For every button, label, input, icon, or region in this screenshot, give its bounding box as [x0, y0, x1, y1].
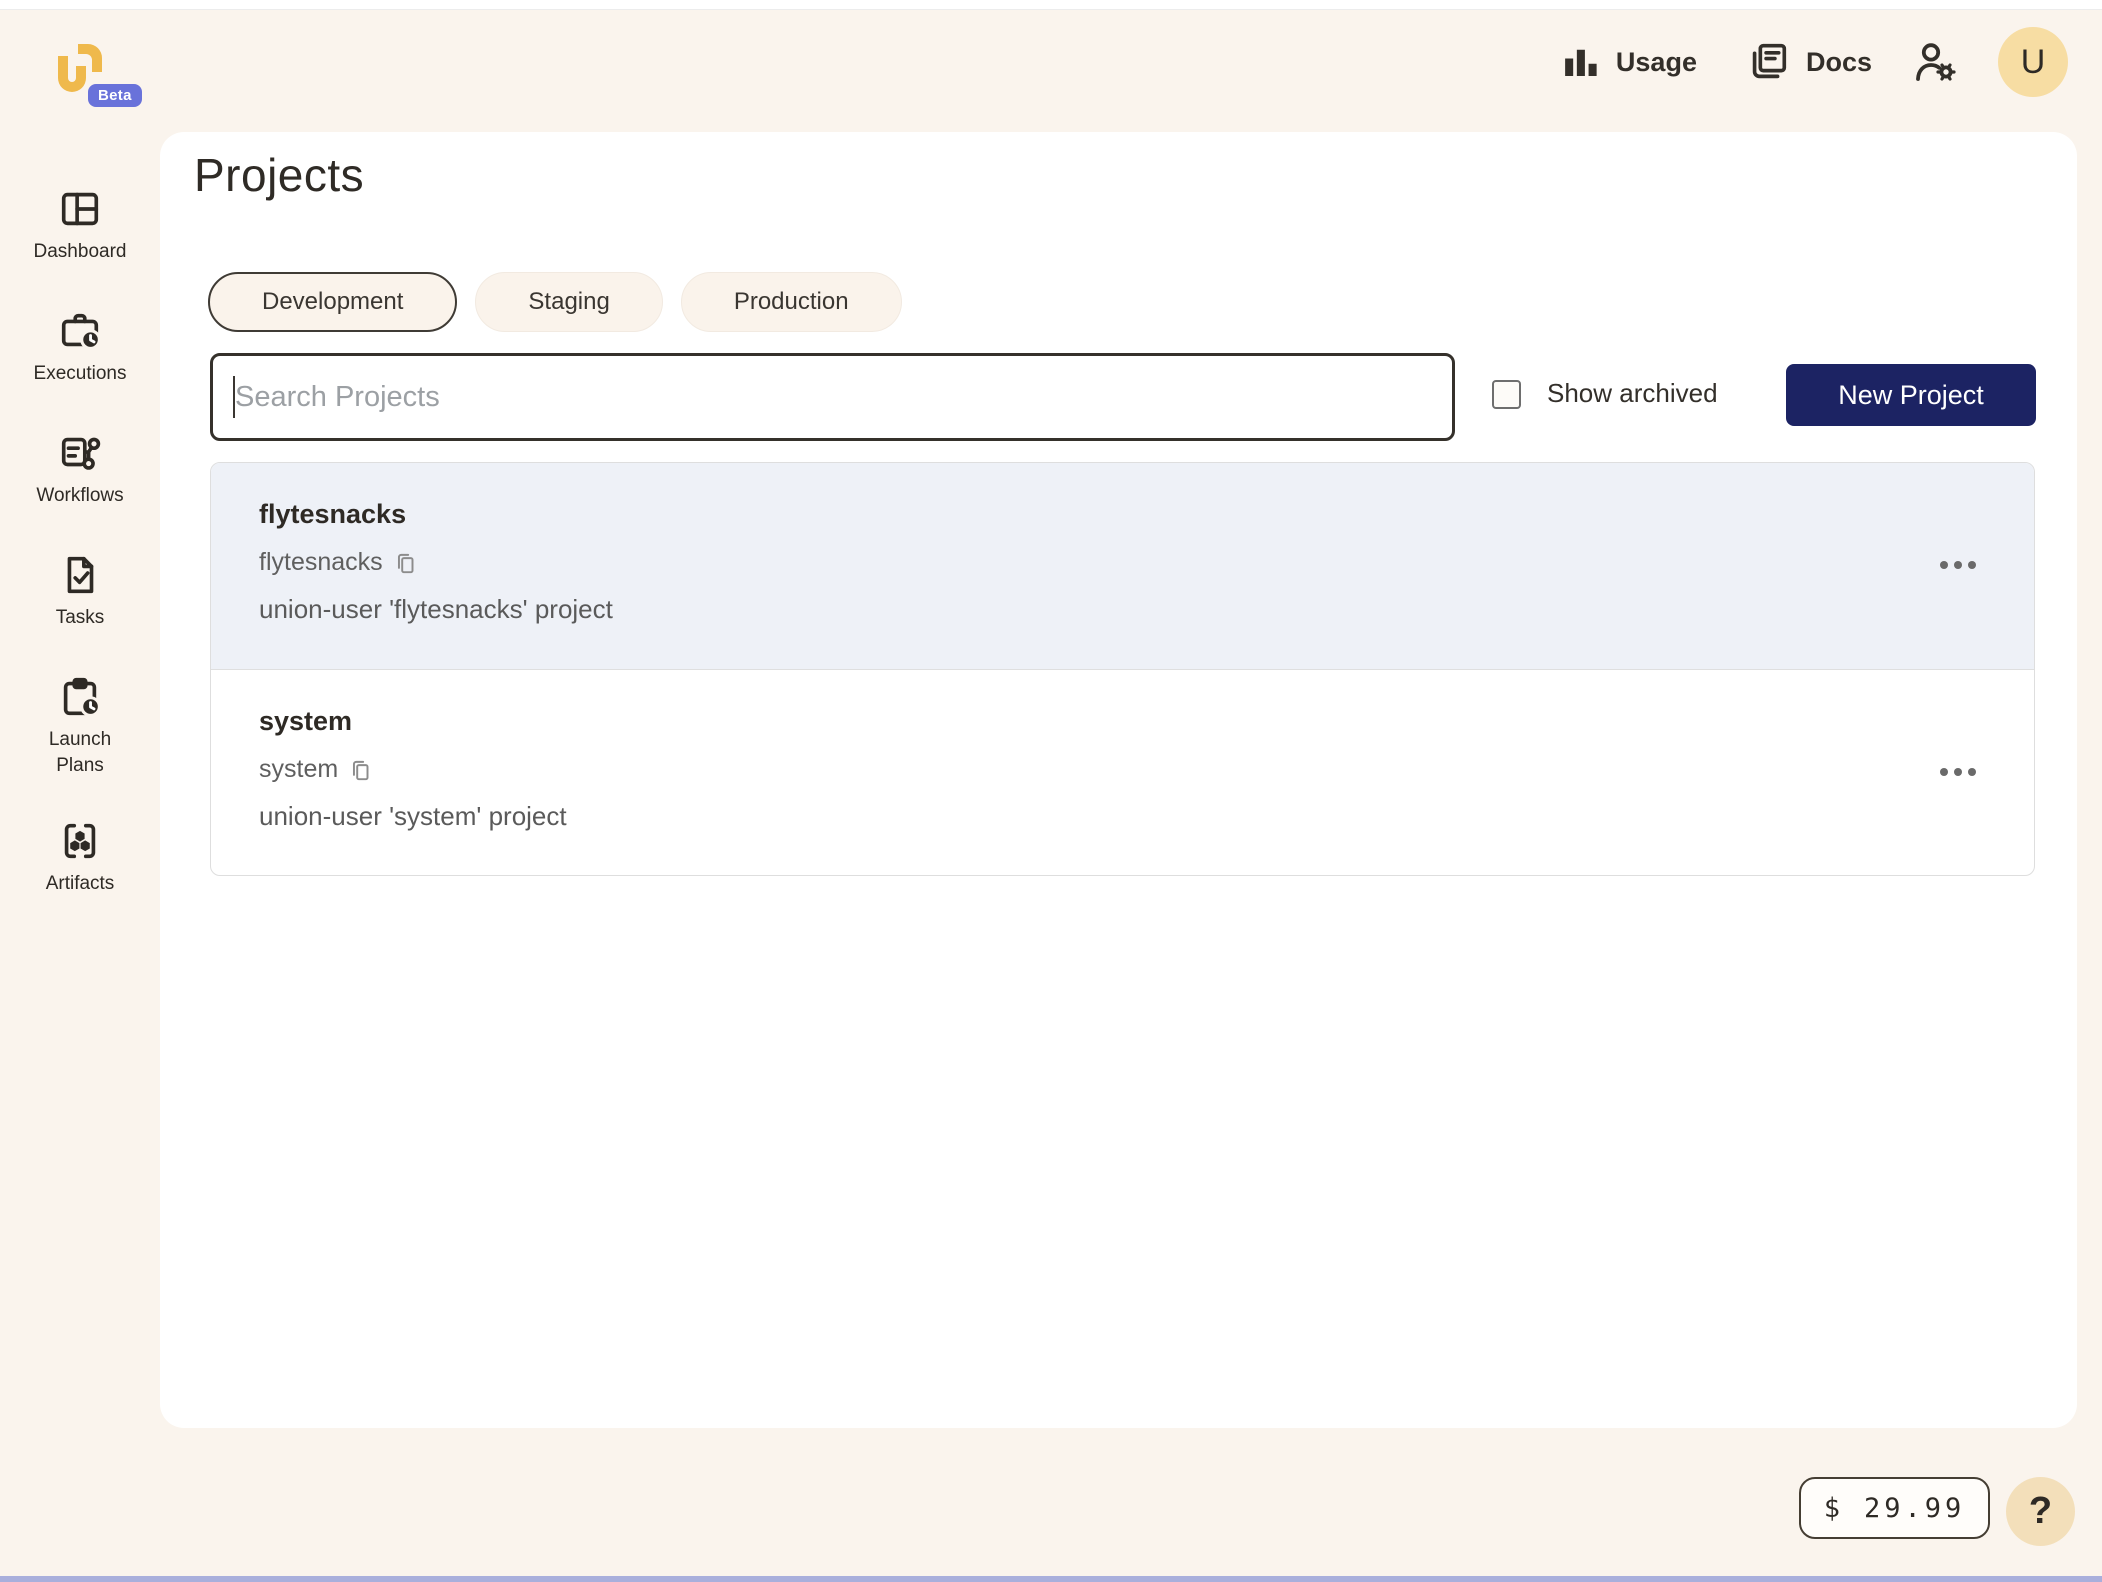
bottom-accent-bar	[0, 1576, 2102, 1582]
sidebar-item-label: Dashboard	[33, 241, 127, 262]
docs-nav[interactable]: Docs	[1745, 39, 1872, 85]
help-button[interactable]: ?	[2006, 1477, 2075, 1546]
sidebar: Dashboard Executions Workflows Tasks Lau…	[0, 10, 160, 1582]
new-project-button[interactable]: New Project	[1786, 364, 2036, 426]
project-menu-button[interactable]	[1934, 555, 1982, 575]
avatar[interactable]: U	[1998, 27, 2068, 97]
top-window-strip	[0, 0, 2102, 10]
sidebar-item-launch-plans[interactable]: Launch Plans	[0, 674, 160, 779]
docs-icon	[1752, 43, 1787, 79]
project-list: flytesnacks flytesnacks union-user 'flyt…	[210, 462, 2035, 876]
show-archived-label: Show archived	[1547, 378, 1718, 408]
project-menu-button[interactable]	[1934, 762, 1982, 782]
currency-symbol: $	[1823, 1492, 1840, 1524]
tab-production[interactable]: Production	[680, 272, 902, 332]
sidebar-item-tasks[interactable]: Tasks	[0, 552, 160, 631]
sidebar-item-artifacts[interactable]: Artifacts	[0, 818, 160, 897]
show-archived-checkbox[interactable]	[1492, 380, 1521, 409]
user-settings-nav[interactable]	[1910, 38, 1958, 86]
project-row-flytesnacks[interactable]: flytesnacks flytesnacks union-user 'flyt…	[211, 463, 2034, 669]
usage-label: Usage	[1615, 46, 1697, 77]
billing-amount: 29.99	[1863, 1492, 1966, 1524]
billing-button[interactable]: $ 29.99	[1799, 1477, 1990, 1539]
copy-icon[interactable]	[348, 757, 374, 783]
copy-icon[interactable]	[393, 550, 419, 576]
tab-staging[interactable]: Staging	[475, 272, 663, 332]
main-panel: Projects Development Staging Production …	[160, 132, 2077, 1428]
project-id: system	[259, 755, 339, 783]
search-row: Show archived New Project	[210, 353, 2036, 443]
project-id: flytesnacks	[259, 548, 383, 576]
executions-icon	[61, 313, 101, 350]
project-row-system[interactable]: system system union-user 'system' projec…	[211, 669, 2034, 875]
text-caret	[233, 376, 235, 418]
sidebar-item-label: Tasks	[55, 607, 105, 628]
project-name: system	[259, 706, 353, 736]
sidebar-item-dashboard[interactable]: Dashboard	[0, 186, 160, 265]
tasks-icon	[67, 556, 94, 594]
launch-plans-icon	[63, 677, 101, 717]
page-title: Projects	[194, 149, 365, 201]
project-description: union-user 'flytesnacks' project	[259, 594, 613, 624]
docs-label: Docs	[1805, 46, 1872, 77]
domain-tabs: Development Staging Production	[208, 272, 902, 332]
sidebar-item-workflows[interactable]: Workflows	[0, 430, 160, 509]
artifacts-icon	[64, 823, 96, 859]
sidebar-item-label: Launch Plans	[48, 729, 112, 776]
usage-nav[interactable]: Usage	[1559, 41, 1697, 83]
search-input[interactable]	[210, 353, 1455, 441]
sidebar-item-label: Workflows	[36, 485, 124, 506]
workflows-icon	[61, 437, 101, 470]
user-gear-icon	[1916, 43, 1956, 81]
topbar: Usage Docs U	[1559, 26, 2068, 98]
project-description: union-user 'system' project	[259, 801, 567, 831]
sidebar-item-executions[interactable]: Executions	[0, 308, 160, 387]
sidebar-item-label: Artifacts	[45, 873, 115, 894]
bar-chart-icon	[1565, 49, 1597, 76]
tab-development[interactable]: Development	[208, 272, 458, 332]
project-name: flytesnacks	[259, 499, 407, 529]
dashboard-icon	[61, 192, 99, 226]
sidebar-item-label: Executions	[33, 363, 127, 384]
